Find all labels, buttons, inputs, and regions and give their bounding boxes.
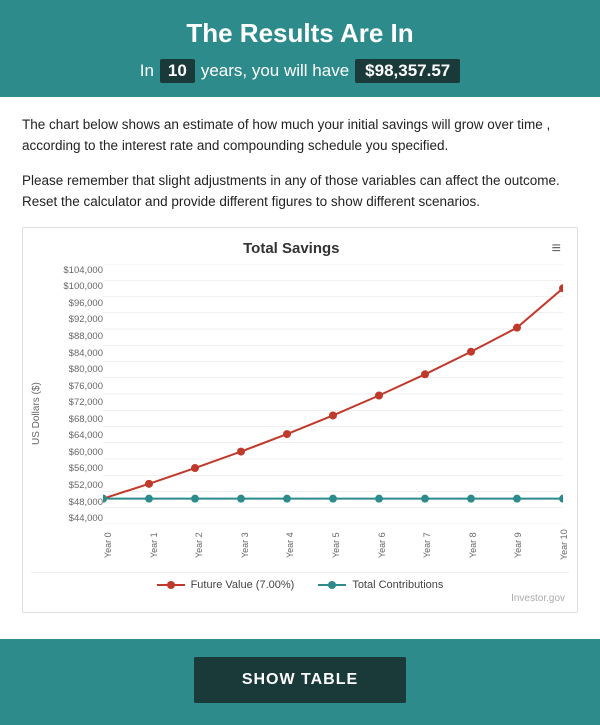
- description-paragraph1: The chart below shows an estimate of how…: [22, 115, 578, 157]
- fv-dot-2: [191, 464, 199, 472]
- fv-dot-9: [513, 323, 521, 331]
- chart-title: Total Savings: [35, 240, 548, 257]
- x-axis: Year 0 Year 1 Year 2 Year 3 Year 4 Year …: [49, 526, 569, 564]
- investor-credit: Investor.gov: [31, 593, 569, 604]
- show-table-button[interactable]: SHOW TABLE: [194, 657, 406, 703]
- show-table-section: SHOW TABLE: [0, 639, 600, 725]
- years-badge: 10: [160, 59, 195, 83]
- future-value-line: [103, 288, 563, 498]
- y-axis-label: US Dollars ($): [31, 264, 47, 564]
- content-section: The chart below shows an estimate of how…: [0, 97, 600, 639]
- contrib-dot-3: [237, 494, 245, 502]
- contrib-dot-1: [145, 494, 153, 502]
- contrib-dot-2: [191, 494, 199, 502]
- fv-dot-6: [375, 391, 383, 399]
- header-section: The Results Are In In 10 years, you will…: [0, 0, 600, 97]
- subtitle-middle: years, you will have: [201, 61, 349, 81]
- fv-dot-5: [329, 411, 337, 419]
- chart-legend: Future Value (7.00%) Total Contributions: [31, 572, 569, 591]
- amount-badge: $98,357.57: [355, 59, 460, 83]
- contrib-dot-6: [375, 494, 383, 502]
- contrib-dot-5: [329, 494, 337, 502]
- chart-menu-icon[interactable]: ≡: [548, 238, 565, 260]
- description-paragraph2: Please remember that slight adjustments …: [22, 171, 578, 213]
- contrib-dot-8: [467, 494, 475, 502]
- contrib-dot-7: [421, 494, 429, 502]
- y-axis: $104,000 $100,000 $96,000 $92,000 $88,00…: [49, 264, 103, 524]
- fv-dot-1: [145, 480, 153, 488]
- legend-contributions: Total Contributions: [318, 579, 443, 591]
- fv-dot-7: [421, 370, 429, 378]
- main-title: The Results Are In: [20, 18, 580, 49]
- line-chart: [103, 264, 563, 524]
- chart-container: Total Savings ≡ US Dollars ($) $104,000 …: [22, 227, 578, 613]
- legend-future-label: Future Value (7.00%): [191, 579, 295, 591]
- fv-dot-4: [283, 430, 291, 438]
- contrib-dot-4: [283, 494, 291, 502]
- legend-future-value: Future Value (7.00%): [157, 579, 295, 591]
- contrib-dot-9: [513, 494, 521, 502]
- legend-contributions-label: Total Contributions: [352, 579, 443, 591]
- contrib-dot-10: [559, 494, 563, 502]
- subtitle-prefix: In: [140, 61, 154, 81]
- contrib-dot-0: [103, 494, 107, 502]
- fv-dot-3: [237, 447, 245, 455]
- fv-dot-8: [467, 347, 475, 355]
